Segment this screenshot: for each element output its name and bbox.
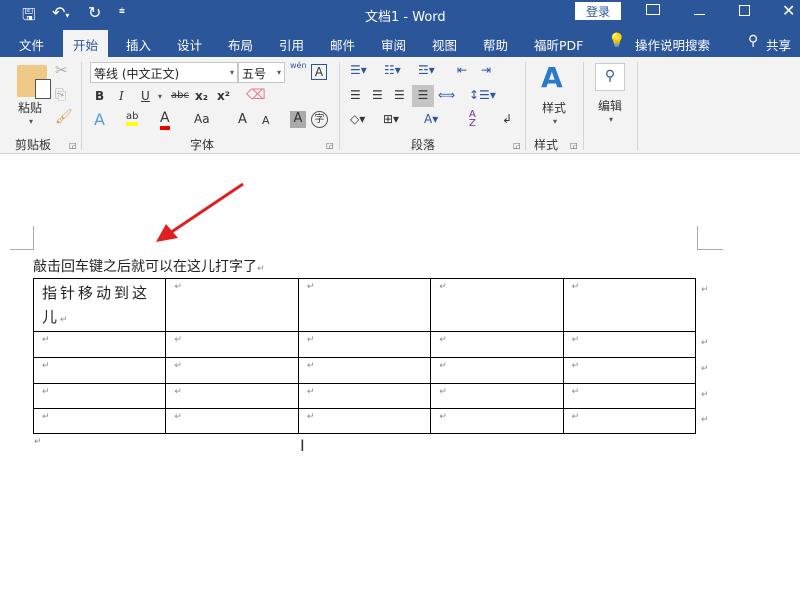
table-row: ↵ ↵ ↵ ↵ ↵ ↵	[32, 408, 709, 434]
table-cell[interactable]: ↵	[562, 383, 697, 409]
cell-mark: ↵	[42, 412, 50, 422]
cell-mark: ↵	[439, 335, 447, 345]
cell-mark: ↵	[571, 412, 580, 422]
table-cell[interactable]: ↵	[297, 357, 432, 384]
table-cell[interactable]: ↵	[297, 408, 432, 434]
table-cell[interactable]: ↵	[562, 331, 697, 358]
cell-mark: ↵	[306, 361, 315, 371]
table-cell[interactable]: ↵	[165, 408, 299, 434]
cell-mark: ↵	[42, 361, 50, 371]
cell-mark: ↵	[571, 387, 580, 397]
cell-mark: ↵	[439, 387, 447, 397]
table-cell[interactable]: ↵	[430, 408, 564, 434]
cell-mark: ↵	[439, 412, 447, 422]
cell-mark: ↵	[174, 412, 182, 422]
table-cell[interactable]: ↵	[562, 408, 697, 434]
cell-mark: ↵	[306, 282, 315, 292]
table-cell[interactable]: ↵	[430, 331, 564, 358]
cell-mark: ↵	[174, 282, 182, 292]
cell-mark: ↵	[571, 335, 580, 345]
cell-mark: ↵	[439, 361, 447, 371]
cell-text: 指针移动到这儿	[42, 284, 151, 326]
cell-mark: ↵	[571, 282, 580, 292]
table-cell[interactable]: ↵	[562, 357, 697, 384]
cell-mark: ↵	[174, 387, 182, 397]
table-cell[interactable]: ↵	[165, 383, 299, 409]
table-cell[interactable]: ↵	[32, 408, 167, 434]
table-cell[interactable]: ↵	[430, 278, 564, 332]
table-cell[interactable]: ↵	[430, 383, 564, 409]
cell-mark: ↵	[174, 361, 182, 371]
row-end-mark: ↵	[700, 284, 709, 295]
row-end-mark: ↵	[700, 337, 709, 348]
text-cursor-icon: I	[300, 436, 305, 455]
cell-mark: ↵	[306, 335, 315, 345]
table-cell[interactable]: ↵	[165, 331, 299, 358]
row-end-mark: ↵	[700, 414, 709, 425]
cell-mark: ↵	[174, 335, 182, 345]
table-row: 指针移动到这儿↵ ↵ ↵ ↵ ↵ ↵	[32, 278, 709, 332]
cell-mark: ↵	[60, 315, 68, 325]
paragraph-text: 敲击回车键之后就可以在这儿打字了	[33, 259, 257, 275]
table-row: ↵ ↵ ↵ ↵ ↵ ↵	[32, 383, 709, 409]
cell-mark: ↵	[571, 361, 580, 371]
table-cell[interactable]: ↵	[32, 357, 167, 384]
table-cell[interactable]: ↵	[297, 278, 432, 332]
table-cell[interactable]: ↵	[297, 331, 432, 358]
cell-mark: ↵	[42, 387, 50, 397]
table-cell[interactable]: ↵	[297, 383, 432, 409]
paragraph-mark: ↵	[257, 264, 265, 274]
cell-mark: ↵	[306, 412, 315, 422]
table-cell[interactable]: 指针移动到这儿↵	[32, 278, 167, 332]
table-cell[interactable]: ↵	[165, 357, 299, 384]
cell-mark: ↵	[439, 282, 447, 292]
document-paragraph[interactable]: 敲击回车键之后就可以在这儿打字了↵	[33, 256, 265, 276]
cell-mark: ↵	[306, 387, 315, 397]
table-cell[interactable]: ↵	[32, 331, 167, 358]
table-row: ↵ ↵ ↵ ↵ ↵ ↵	[32, 331, 709, 358]
table-row: ↵ ↵ ↵ ↵ ↵ ↵	[32, 357, 709, 384]
row-end-mark: ↵	[700, 389, 709, 400]
cell-mark: ↵	[42, 335, 50, 345]
table-cell[interactable]: ↵	[430, 357, 564, 384]
paragraph-mark: ↵	[34, 437, 42, 447]
table-cell[interactable]: ↵	[32, 383, 167, 409]
table-cell[interactable]: ↵	[562, 278, 697, 332]
document-table[interactable]: 指针移动到这儿↵ ↵ ↵ ↵ ↵ ↵ ↵ ↵ ↵ ↵ ↵ ↵ ↵ ↵ ↵ ↵ ↵ ↵ ↵ ↵ ↵ ↵ ↵ ↵ ↵ ↵ ↵ ↵ ↵ ↵	[32, 278, 709, 434]
row-end-mark: ↵	[700, 363, 709, 374]
table-cell[interactable]: ↵	[165, 278, 299, 332]
